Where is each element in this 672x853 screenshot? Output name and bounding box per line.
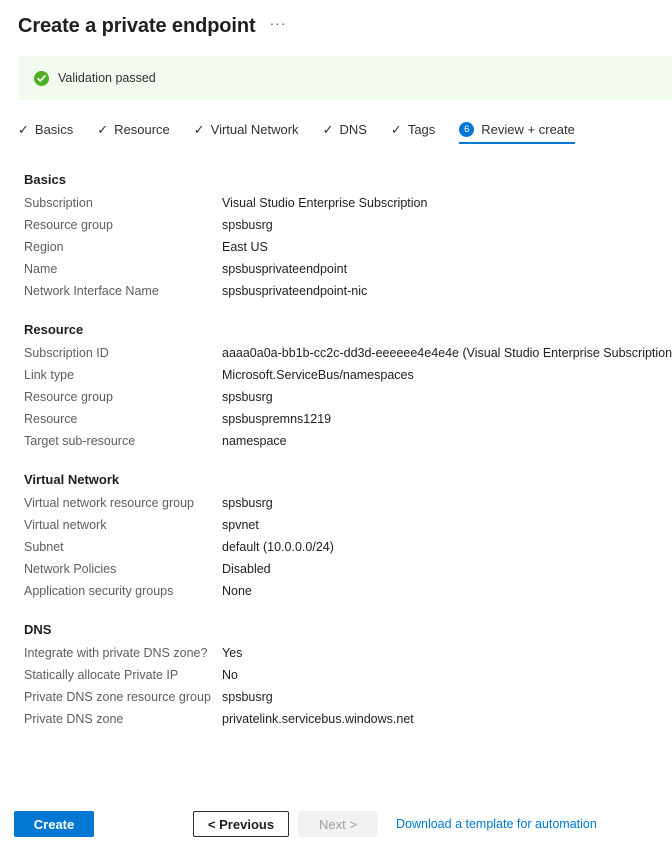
tab-label: Tags	[407, 122, 436, 137]
row-label: Integrate with private DNS zone?	[24, 646, 208, 660]
row-value: spsbusrg	[222, 390, 273, 404]
tab-basics[interactable]: ✓ Basics	[18, 122, 73, 144]
success-check-icon	[34, 70, 49, 86]
row-value: Yes	[222, 646, 243, 660]
step-number-badge: 6	[459, 122, 475, 137]
tab-review-create[interactable]: 6 Review + create	[459, 122, 575, 144]
footer-action-bar: Create < Previous Next > Download a temp…	[0, 795, 672, 853]
summary-row: Network Interface Name spsbusprivateendp…	[0, 284, 672, 306]
row-label: Application security groups	[24, 584, 174, 598]
row-value: namespace	[222, 434, 287, 448]
row-value: spsbusrg	[222, 496, 273, 510]
row-label: Statically allocate Private IP	[24, 668, 179, 682]
row-value: spsbusrg	[222, 690, 273, 704]
tab-label: Resource	[114, 122, 170, 137]
row-label: Resource group	[24, 390, 113, 404]
row-label: Target sub-resource	[24, 434, 136, 448]
tab-resource[interactable]: ✓ Resource	[97, 122, 170, 144]
page-header: Create a private endpoint ···	[0, 0, 672, 41]
tab-label: DNS	[339, 122, 367, 137]
row-value: No	[222, 668, 238, 682]
summary-row: Resource group spsbusrg	[0, 390, 672, 412]
row-label: Subscription	[24, 196, 93, 210]
section-heading: Resource	[24, 322, 84, 337]
row-value: Microsoft.ServiceBus/namespaces	[222, 368, 414, 382]
summary-row: Statically allocate Private IP No	[0, 668, 672, 690]
row-label: Private DNS zone resource group	[24, 690, 211, 704]
row-value: default (10.0.0.0/24)	[222, 540, 334, 554]
summary-row: Subnet default (10.0.0.0/24)	[0, 540, 672, 562]
row-label: Virtual network	[24, 518, 107, 532]
row-value: spsbusrg	[222, 218, 273, 232]
summary-row: Resource spsbuspremns1219	[0, 412, 672, 434]
row-label: Virtual network resource group	[24, 496, 194, 510]
tab-label: Basics	[34, 122, 74, 137]
row-label: Private DNS zone	[24, 712, 124, 726]
row-value: spsbusprivateendpoint	[222, 262, 348, 276]
summary-row: Region East US	[0, 240, 672, 262]
summary-row: Private DNS zone privatelink.servicebus.…	[0, 712, 672, 734]
row-label: Link type	[24, 368, 75, 382]
row-value: Disabled	[222, 562, 271, 576]
validation-banner: Validation passed	[18, 56, 672, 100]
summary-row: Name spsbusprivateendpoint	[0, 262, 672, 284]
row-label: Resource	[24, 412, 78, 426]
section-basics: Basics Subscription Visual Studio Enterp…	[0, 172, 672, 306]
summary-row: Target sub-resource namespace	[0, 434, 672, 456]
section-heading: DNS	[24, 622, 52, 637]
validation-message: Validation passed	[58, 71, 156, 85]
summary-row: Integrate with private DNS zone? Yes	[0, 646, 672, 668]
summary-row: Virtual network resource group spsbusrg	[0, 496, 672, 518]
row-value: aaaa0a0a-bb1b-cc2c-dd3d-eeeeee4e4e4e (Vi…	[222, 346, 672, 360]
row-value: spvnet	[222, 518, 259, 532]
summary-row: Private DNS zone resource group spsbusrg	[0, 690, 672, 712]
check-icon: ✓	[97, 122, 109, 137]
check-icon: ✓	[193, 122, 205, 137]
row-label: Name	[24, 262, 58, 276]
tab-label: Virtual Network	[210, 122, 299, 137]
section-heading: Basics	[24, 172, 66, 187]
next-button[interactable]: Next >	[298, 811, 378, 837]
row-value: Visual Studio Enterprise Subscription	[222, 196, 428, 210]
check-icon: ✓	[390, 122, 402, 137]
summary-row: Resource group spsbusrg	[0, 218, 672, 240]
summary-row: Network Policies Disabled	[0, 562, 672, 584]
check-icon: ✓	[18, 122, 29, 137]
page-title: Create a private endpoint	[18, 15, 256, 37]
download-template-link[interactable]: Download a template for automation	[396, 817, 597, 831]
summary-row: Virtual network spvnet	[0, 518, 672, 540]
check-icon: ✓	[322, 122, 334, 137]
row-value: spsbuspremns1219	[222, 412, 332, 426]
row-value: East US	[222, 240, 268, 254]
section-virtual-network: Virtual Network Virtual network resource…	[0, 472, 672, 606]
section-heading: Virtual Network	[24, 472, 120, 487]
row-label: Subscription ID	[24, 346, 109, 360]
row-value: privatelink.servicebus.windows.net	[222, 712, 414, 726]
section-dns: DNS Integrate with private DNS zone? Yes…	[0, 622, 672, 734]
row-value: None	[222, 584, 252, 598]
row-value: spsbusprivateendpoint-nic	[222, 284, 368, 298]
row-label: Region	[24, 240, 64, 254]
summary-row: Subscription ID aaaa0a0a-bb1b-cc2c-dd3d-…	[0, 346, 672, 368]
review-summary: Basics Subscription Visual Studio Enterp…	[0, 172, 672, 734]
create-button[interactable]: Create	[14, 811, 94, 837]
summary-row: Subscription Visual Studio Enterprise Su…	[0, 196, 672, 218]
wizard-tab-strip: ✓ Basics ✓ Resource ✓ Virtual Network ✓ …	[18, 122, 575, 152]
tab-dns[interactable]: ✓ DNS	[323, 122, 367, 144]
tab-virtual-network[interactable]: ✓ Virtual Network	[194, 122, 299, 144]
section-resource: Resource Subscription ID aaaa0a0a-bb1b-c…	[0, 322, 672, 456]
summary-row: Link type Microsoft.ServiceBus/namespace…	[0, 368, 672, 390]
tab-tags[interactable]: ✓ Tags	[391, 122, 435, 144]
row-label: Network Policies	[24, 562, 117, 576]
row-label: Network Interface Name	[24, 284, 159, 298]
tab-label: Review + create	[481, 122, 575, 137]
previous-button[interactable]: < Previous	[193, 811, 289, 837]
row-label: Resource group	[24, 218, 113, 232]
more-options-icon[interactable]: ···	[270, 16, 287, 34]
summary-row: Application security groups None	[0, 584, 672, 606]
row-label: Subnet	[24, 540, 64, 554]
